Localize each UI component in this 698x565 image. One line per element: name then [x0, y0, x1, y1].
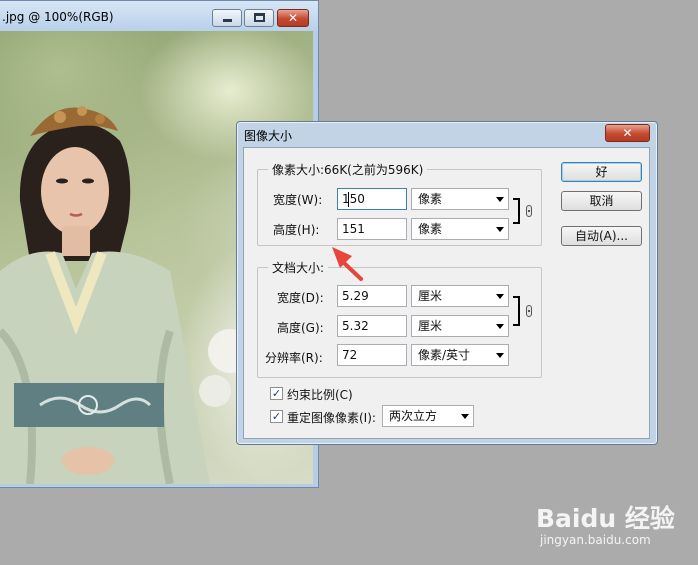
maximize-button[interactable] — [244, 9, 274, 27]
pixel-height-label: 高度(H): — [273, 223, 320, 237]
chain-link-icon — [526, 205, 532, 217]
auto-button[interactable]: 自动(A)... — [561, 226, 642, 246]
close-icon: ✕ — [287, 11, 299, 25]
resolution-value: 72 — [342, 348, 358, 362]
doc-height-value: 5.32 — [342, 319, 369, 333]
doc-height-unit-select[interactable]: 厘米 — [411, 315, 509, 337]
text-caret — [348, 192, 349, 207]
pixel-width-input[interactable]: 150 — [337, 188, 407, 210]
document-close-button[interactable]: ✕ — [277, 9, 309, 27]
dialog-title: 图像大小 — [244, 129, 293, 143]
image-size-dialog: 图像大小 ✕ 像素大小:66K(之前为596K) 宽度(W): 150 像素 高… — [236, 121, 658, 445]
document-size-title: 文档大小: — [268, 259, 329, 276]
minimize-icon — [223, 19, 232, 22]
ok-button[interactable]: 好 — [561, 162, 642, 182]
pixel-width-label: 宽度(W): — [273, 193, 323, 207]
constrain-proportions-label: 约束比例(C) — [287, 388, 353, 402]
pixel-width-value: 150 — [342, 192, 365, 206]
chevron-down-icon — [496, 294, 504, 299]
doc-width-unit: 厘米 — [418, 289, 443, 303]
baidu-watermark-url: jingyan.baidu.com — [540, 533, 651, 547]
baidu-watermark-logo: Baidu 经验 — [536, 504, 675, 533]
chevron-down-icon — [496, 227, 504, 232]
pixel-width-unit-select[interactable]: 像素 — [411, 188, 509, 210]
chevron-down-icon — [496, 353, 504, 358]
pixel-width-unit: 像素 — [418, 192, 443, 206]
close-icon: ✕ — [622, 126, 633, 140]
minimize-button[interactable] — [212, 9, 242, 27]
resolution-unit-select[interactable]: 像素/英寸 — [411, 344, 509, 366]
dialog-body: 像素大小:66K(之前为596K) 宽度(W): 150 像素 高度(H): 1… — [243, 147, 650, 439]
doc-width-value: 5.29 — [342, 289, 369, 303]
checkbox-check-icon: ✓ — [270, 410, 283, 423]
resolution-label: 分辨率(R): — [265, 351, 323, 365]
constrain-proportions-checkbox[interactable]: ✓ 约束比例(C) — [270, 386, 390, 402]
resolution-unit: 像素/英寸 — [418, 348, 471, 362]
document-titlebar[interactable]: .jpg @ 100%(RGB) ✕ — [0, 1, 318, 31]
chevron-down-icon — [461, 414, 469, 419]
chevron-down-icon — [496, 324, 504, 329]
pixel-height-value: 151 — [342, 222, 365, 236]
cancel-button[interactable]: 取消 — [561, 191, 642, 211]
resample-label: 重定图像像素(I): — [287, 411, 376, 425]
checkbox-check-icon: ✓ — [270, 387, 283, 400]
maximize-icon — [254, 13, 265, 22]
resample-method-select[interactable]: 两次立方 — [382, 405, 474, 427]
pixel-dimensions-title: 像素大小:66K(之前为596K) — [268, 161, 428, 178]
doc-height-input[interactable]: 5.32 — [337, 315, 407, 337]
doc-width-unit-select[interactable]: 厘米 — [411, 285, 509, 307]
doc-link-bracket — [513, 296, 520, 326]
pixel-height-unit: 像素 — [418, 222, 443, 236]
chevron-down-icon — [496, 197, 504, 202]
doc-height-unit: 厘米 — [418, 319, 443, 333]
chain-link-icon — [526, 305, 532, 317]
resample-method: 两次立方 — [389, 409, 438, 423]
resolution-input[interactable]: 72 — [337, 344, 407, 366]
pixel-height-input[interactable]: 151 — [337, 218, 407, 240]
doc-width-input[interactable]: 5.29 — [337, 285, 407, 307]
dialog-close-button[interactable]: ✕ — [605, 124, 650, 142]
pixel-link-bracket — [513, 198, 520, 224]
resample-checkbox[interactable]: ✓ 重定图像像素(I): — [270, 409, 382, 425]
doc-height-label: 高度(G): — [277, 321, 324, 335]
pixel-height-unit-select[interactable]: 像素 — [411, 218, 509, 240]
doc-width-label: 宽度(D): — [277, 291, 324, 305]
document-title: .jpg @ 100%(RGB) — [2, 10, 114, 24]
